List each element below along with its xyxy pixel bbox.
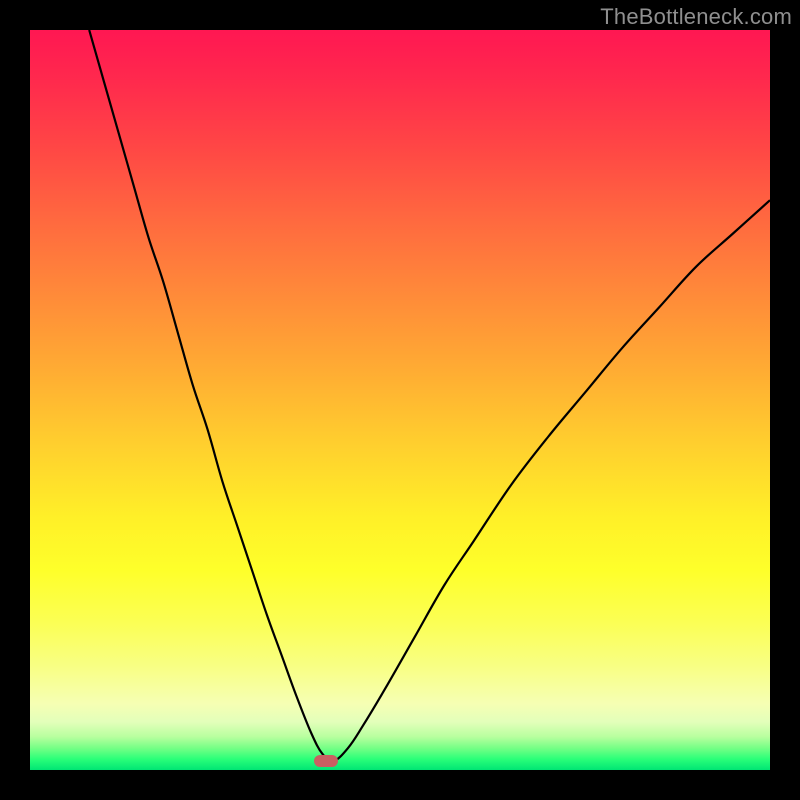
- watermark-text: TheBottleneck.com: [600, 4, 792, 30]
- curve-svg: [30, 30, 770, 770]
- minimum-marker: [314, 755, 338, 767]
- bottleneck-curve: [89, 30, 770, 761]
- plot-area: [30, 30, 770, 770]
- chart-frame: TheBottleneck.com: [0, 0, 800, 800]
